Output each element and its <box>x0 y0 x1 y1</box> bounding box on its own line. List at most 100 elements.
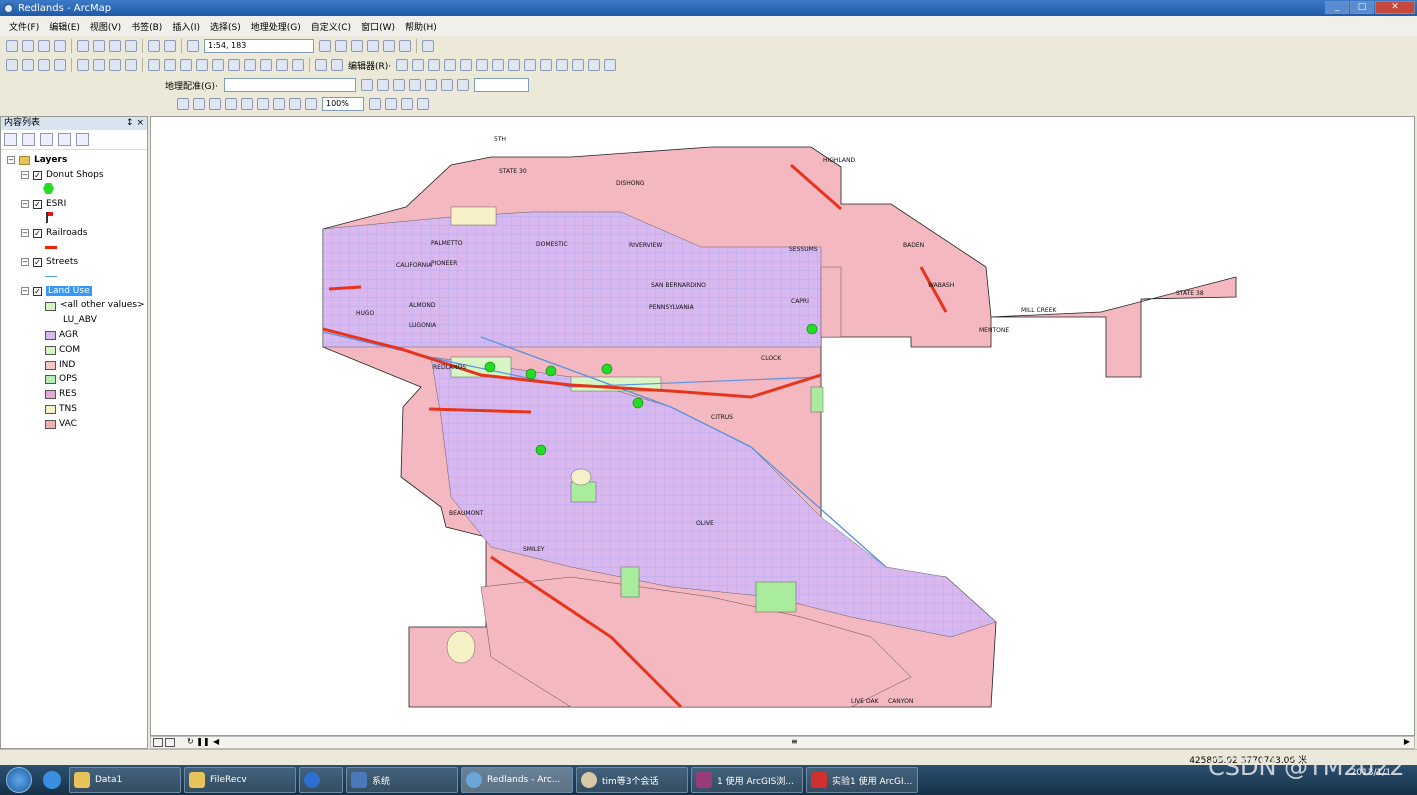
find-icon[interactable] <box>260 59 272 71</box>
scroll-thumb[interactable]: ≡ <box>791 737 798 746</box>
collapse-icon[interactable]: − <box>21 171 29 179</box>
measure-icon[interactable] <box>244 59 256 71</box>
layer-visibility-checkbox[interactable]: ✓ <box>33 199 42 209</box>
delete-icon[interactable] <box>125 40 137 52</box>
list-by-visibility-icon[interactable] <box>40 133 53 146</box>
menu-customize[interactable]: 自定义(C) <box>306 20 356 33</box>
donut-shop-marker[interactable] <box>601 363 613 375</box>
horizontal-scrollbar[interactable]: ↻ ❚❚ ◀ ▶ ≡ <box>150 736 1415 749</box>
menu-edit[interactable]: 编辑(E) <box>44 20 85 33</box>
edit-vertices-icon[interactable] <box>492 59 505 71</box>
map-display[interactable]: 5TH STATE 30 DISHONG PALMETTO DOMESTIC R… <box>150 116 1415 736</box>
data-view-button[interactable] <box>153 738 163 747</box>
zoom-out-icon[interactable] <box>22 59 34 71</box>
collapse-icon[interactable]: − <box>7 156 15 164</box>
map-scale-input[interactable]: 1:54, 183 <box>204 39 314 53</box>
catalog-icon[interactable] <box>351 40 363 52</box>
print-icon[interactable] <box>54 40 66 52</box>
open-icon[interactable] <box>22 40 34 52</box>
cut-icon[interactable] <box>77 40 89 52</box>
menu-insert[interactable]: 插入(I) <box>167 20 205 33</box>
restore-button[interactable]: □ <box>1350 1 1374 14</box>
layer-visibility-checkbox[interactable]: ✓ <box>33 257 42 267</box>
paste-icon[interactable] <box>109 40 121 52</box>
undo-icon[interactable] <box>148 40 160 52</box>
layout-zoom-out-icon[interactable] <box>193 98 205 110</box>
sketch-properties-icon[interactable] <box>588 59 601 71</box>
zoom-percent-input[interactable]: 100% <box>322 97 364 111</box>
html-popup-icon[interactable] <box>228 59 240 71</box>
scale-icon[interactable] <box>392 79 405 91</box>
pan-icon[interactable] <box>38 59 50 71</box>
table-of-contents-icon[interactable] <box>335 40 347 52</box>
scroll-right-icon[interactable]: ▶ <box>1404 737 1410 746</box>
toc-layer-esri[interactable]: − ✓ ESRI <box>21 197 66 211</box>
redo-icon[interactable] <box>164 40 176 52</box>
viewer-window-icon[interactable] <box>331 59 343 71</box>
save-icon[interactable] <box>38 40 50 52</box>
fixed-zoom-in-layout-icon[interactable] <box>257 98 269 110</box>
forward-icon[interactable] <box>125 59 137 71</box>
python-icon[interactable] <box>399 40 411 52</box>
refresh-icon[interactable]: ↻ ❚❚ <box>187 737 210 746</box>
collapse-icon[interactable]: − <box>21 200 29 208</box>
trace-icon[interactable] <box>460 59 473 71</box>
straight-segment-icon[interactable] <box>428 59 441 71</box>
full-extent-icon[interactable] <box>54 59 66 71</box>
clear-selection-icon[interactable] <box>164 59 176 71</box>
toc-layer-streets[interactable]: − ✓ Streets <box>21 255 78 269</box>
donut-shop-marker[interactable] <box>806 323 818 335</box>
change-layout-icon[interactable] <box>401 98 413 110</box>
model-builder-icon[interactable] <box>422 40 434 52</box>
cut-polygons-icon[interactable] <box>524 59 537 71</box>
toc-layer-donut-shops[interactable]: − ✓ Donut Shops <box>21 168 104 182</box>
split-icon[interactable] <box>540 59 553 71</box>
layout-view-button[interactable] <box>165 738 175 747</box>
search-window-icon[interactable] <box>367 40 379 52</box>
toc-layers-root[interactable]: − Layers <box>7 153 67 167</box>
copy-icon[interactable] <box>93 40 105 52</box>
collapse-icon[interactable]: − <box>21 258 29 266</box>
fixed-zoom-out-layout-icon[interactable] <box>273 98 285 110</box>
layout-pan-icon[interactable] <box>209 98 221 110</box>
focus-data-frame-icon[interactable] <box>385 98 397 110</box>
taskbar-item[interactable] <box>299 767 343 793</box>
taskbar-item[interactable]: FileRecv <box>184 767 296 793</box>
add-control-points-icon[interactable] <box>408 79 421 91</box>
menu-view[interactable]: 视图(V) <box>85 20 126 33</box>
zoom-whole-page-icon[interactable] <box>225 98 237 110</box>
layer-visibility-checkbox[interactable]: ✓ <box>33 170 42 180</box>
taskbar-item[interactable]: 系统 <box>346 767 458 793</box>
viewer-icon[interactable] <box>440 79 453 91</box>
collapse-icon[interactable]: − <box>21 287 29 295</box>
map-canvas[interactable]: 5TH STATE 30 DISHONG PALMETTO DOMESTIC R… <box>151 117 1415 736</box>
identify-icon[interactable] <box>196 59 208 71</box>
fixed-zoom-out-icon[interactable] <box>93 59 105 71</box>
layout-zoom-in-icon[interactable] <box>177 98 189 110</box>
goto-xy-icon[interactable] <box>292 59 304 71</box>
list-by-source-icon[interactable] <box>22 133 35 146</box>
editor-menu[interactable]: 编辑器(R)· <box>348 59 391 72</box>
toc-options-icon[interactable] <box>76 133 89 146</box>
zoom-100-icon[interactable] <box>241 98 253 110</box>
data-driven-pages-icon[interactable] <box>417 98 429 110</box>
menu-help[interactable]: 帮助(H) <box>400 20 442 33</box>
flip-icon[interactable] <box>456 79 469 91</box>
link-table-icon[interactable] <box>424 79 437 91</box>
toggle-draft-mode-icon[interactable] <box>369 98 381 110</box>
editor-toolbar-icon[interactable] <box>319 40 331 52</box>
collapse-icon[interactable]: − <box>21 229 29 237</box>
end-point-arc-icon[interactable] <box>444 59 457 71</box>
previous-extent-icon[interactable] <box>289 98 301 110</box>
edit-tool-icon[interactable] <box>396 59 409 71</box>
shift-icon[interactable] <box>376 79 389 91</box>
select-features-icon[interactable] <box>148 59 160 71</box>
toc-close-icon[interactable]: ↕ × <box>126 117 144 130</box>
back-icon[interactable] <box>109 59 121 71</box>
point-icon[interactable] <box>476 59 489 71</box>
list-by-drawing-order-icon[interactable] <box>4 133 17 146</box>
layer-visibility-checkbox[interactable]: ✓ <box>33 286 42 296</box>
layer-visibility-checkbox[interactable]: ✓ <box>33 228 42 238</box>
rotate-icon[interactable] <box>556 59 569 71</box>
zoom-in-icon[interactable] <box>6 59 18 71</box>
